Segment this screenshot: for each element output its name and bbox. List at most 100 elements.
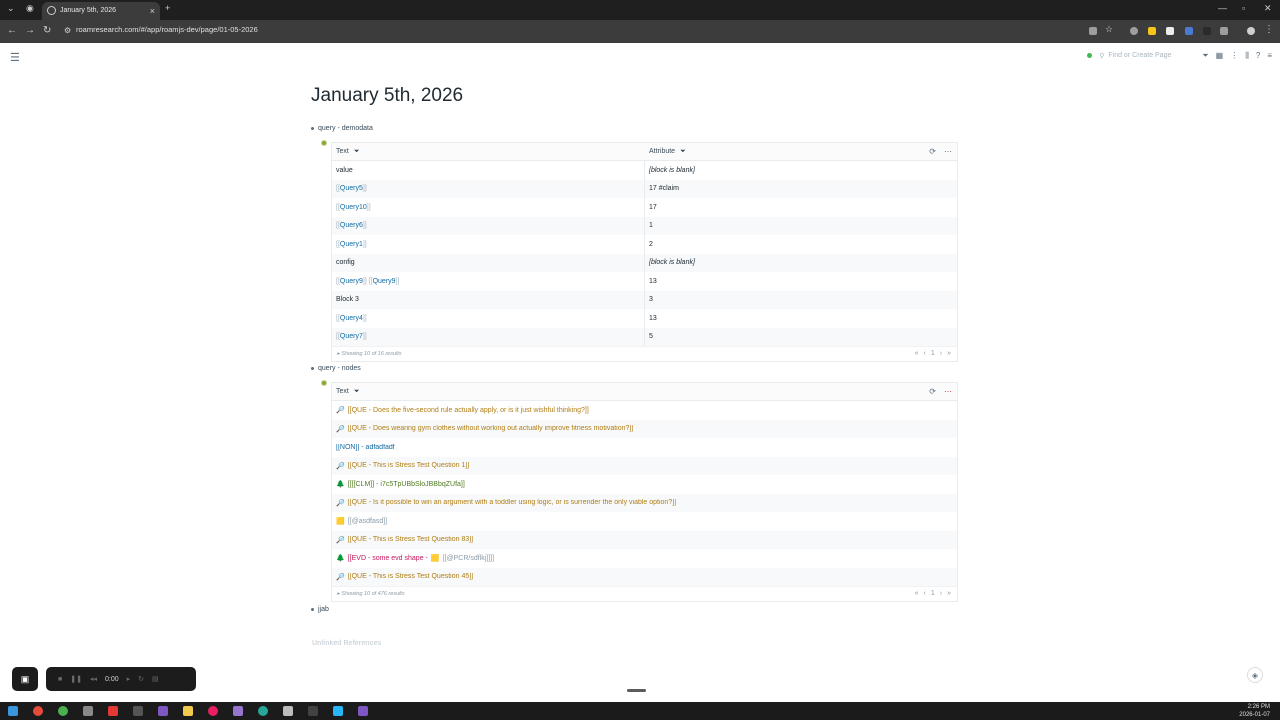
search-input[interactable]: ⚲ Find or Create Page — [1099, 49, 1195, 62]
page-link[interactable]: Query6 — [340, 222, 363, 229]
unlinked-references-toggle[interactable]: Unlinked References — [312, 640, 381, 647]
extension-icon[interactable] — [1148, 27, 1156, 35]
page-link[interactable]: Query5 — [340, 185, 363, 192]
back-icon[interactable]: ← — [7, 25, 17, 36]
table-row[interactable]: [[Query4]] 13 — [332, 309, 957, 328]
tab-close-icon[interactable]: × — [150, 2, 155, 20]
filter-icon[interactable]: ⏷ — [354, 388, 360, 396]
page-link[interactable]: Query1 — [340, 241, 363, 248]
table-row[interactable]: 🔎 [[QUE - Does the five-second rule actua… — [332, 401, 957, 420]
prev-page-icon[interactable]: ‹ — [924, 350, 926, 357]
reload-icon[interactable]: ↻ — [43, 25, 51, 36]
table-row[interactable]: config [block is blank] — [332, 253, 957, 272]
start-icon[interactable] — [8, 706, 18, 716]
profile-avatar[interactable] — [1247, 27, 1255, 35]
extension-icon[interactable] — [1185, 27, 1193, 35]
app-icon[interactable] — [158, 706, 168, 716]
pause-icon[interactable]: ❚❚ — [70, 675, 82, 683]
table-row[interactable]: 🌲 [[[[CLM]] - i7c5TpUBbSloJBBbqZUfa]] — [332, 475, 957, 494]
app-icon[interactable] — [358, 706, 368, 716]
close-window-icon[interactable]: ✕ — [1264, 3, 1272, 14]
sidebar-icon[interactable]: ⫼ — [1245, 51, 1249, 61]
page-link[interactable]: Query10 — [340, 204, 367, 211]
system-clock[interactable]: 2:26 PM 2026-01-07 — [1239, 703, 1270, 719]
block-item[interactable]: query - demodata — [311, 125, 373, 132]
next-page-icon[interactable]: › — [940, 590, 942, 597]
next-page-icon[interactable]: › — [940, 350, 942, 357]
node-link[interactable]: [[NON]] - adfadfadf — [336, 444, 395, 451]
prev-page-icon[interactable]: ‹ — [924, 590, 926, 597]
table-row[interactable]: [[Query10]] 17 — [332, 198, 957, 217]
app-icon[interactable] — [208, 706, 218, 716]
node-link[interactable]: [[@PCR/sdflkj]]]] — [443, 555, 494, 562]
node-link[interactable]: [[EVD - some evd shape - — [348, 555, 428, 562]
extensions-puzzle-icon[interactable] — [1220, 27, 1228, 35]
table-row[interactable]: 🔎 [[QUE - Is it possible to win an argume… — [332, 493, 957, 512]
app-icon[interactable] — [108, 706, 118, 716]
block-item[interactable]: query - nodes — [311, 365, 361, 372]
block-bullet[interactable] — [311, 367, 314, 370]
table-row[interactable]: 🟨 [[@asdfasd]] — [332, 512, 957, 531]
block-bullet[interactable] — [311, 127, 314, 130]
refresh-icon[interactable]: ⟳ — [929, 387, 936, 396]
filter-icon[interactable]: ⏷ — [354, 148, 360, 156]
table-row[interactable]: [[Query9]] [[Query9]] 13 — [332, 272, 957, 291]
maximize-icon[interactable]: ▫ — [1242, 3, 1245, 13]
table-row[interactable]: [[Query6]] 1 — [332, 216, 957, 235]
rewind-icon[interactable]: ◂◂ — [90, 675, 97, 683]
query-icon[interactable] — [321, 380, 327, 386]
column-header-attribute[interactable]: Attribute ⏷ — [645, 148, 686, 156]
right-sidebar-icon[interactable]: ≡ — [1267, 51, 1272, 60]
more-icon[interactable]: ⋮ — [1230, 51, 1238, 60]
node-link[interactable]: [[QUE - This is Stress Test Question 1]] — [348, 462, 470, 469]
tab-search-icon[interactable]: ⌄ — [7, 3, 15, 14]
table-row[interactable]: 🔎 [[QUE - This is Stress Test Question 45… — [332, 567, 957, 586]
browser-tab[interactable]: January 5th, 2026 × — [42, 2, 160, 20]
folder-icon[interactable] — [183, 706, 193, 716]
app-icon[interactable] — [333, 706, 343, 716]
table-row[interactable]: 🔎 [[QUE - This is Stress Test Question 1]… — [332, 456, 957, 475]
delete-icon[interactable]: ▤ — [152, 675, 159, 683]
app-icon[interactable] — [258, 706, 268, 716]
node-link[interactable]: [[QUE - Does wearing gym clothes without… — [348, 425, 634, 432]
app-icon[interactable] — [33, 706, 43, 716]
browser-menu-icon[interactable]: ⋮ — [1264, 24, 1274, 35]
forward-icon[interactable]: → — [25, 25, 35, 36]
table-row[interactable]: 🔎 [[QUE - This is Stress Test Question 83… — [332, 530, 957, 549]
table-row[interactable]: [[NON]] - adfadfadf — [332, 438, 957, 457]
node-link[interactable]: [[QUE - Is it possible to win an argumen… — [348, 499, 676, 506]
chrome-icon[interactable]: ◉ — [26, 3, 34, 14]
node-link[interactable]: [[@asdfasd]] — [348, 518, 387, 525]
table-row[interactable]: 🔎 [[QUE - Does wearing gym clothes withou… — [332, 419, 957, 438]
column-header-text[interactable]: Text ⏷ — [332, 388, 359, 396]
column-header-text[interactable]: Text ⏷ — [332, 148, 645, 156]
page-link[interactable]: Query9 — [340, 278, 363, 285]
node-link[interactable]: [[QUE - Does the five-second rule actual… — [348, 407, 589, 414]
table-row[interactable]: [[Query5]] 17 #claim — [332, 179, 957, 198]
app-icon[interactable] — [83, 706, 93, 716]
camera-icon[interactable]: ▣ — [12, 667, 38, 691]
block-item[interactable]: jjab — [311, 606, 329, 613]
extension-icon[interactable] — [1203, 27, 1211, 35]
app-icon[interactable] — [308, 706, 318, 716]
drag-handle[interactable] — [627, 689, 646, 692]
site-info-icon[interactable]: ⚙ — [64, 26, 71, 35]
page-link[interactable]: Query9 — [373, 278, 396, 285]
address-bar[interactable]: roamresearch.com/#/app/roamjs-dev/page/0… — [76, 25, 258, 34]
block-bullet[interactable] — [311, 608, 314, 611]
page-title[interactable]: January 5th, 2026 — [311, 85, 463, 107]
menu-icon[interactable]: ☰ — [10, 51, 20, 64]
chrome-taskbar-icon[interactable] — [58, 706, 68, 716]
calendar-icon[interactable]: ▦ — [1216, 51, 1224, 60]
table-row[interactable]: 🌲 [[EVD - some evd shape - 🟨 [[@PCR/sdflkj]… — [332, 549, 957, 568]
minimize-icon[interactable]: — — [1218, 3, 1227, 13]
more-options-icon[interactable]: ⋯ — [944, 147, 952, 156]
page-link[interactable]: Query7 — [340, 333, 363, 340]
new-tab-icon[interactable]: + — [165, 3, 170, 13]
query-icon[interactable] — [321, 140, 327, 146]
filter-icon[interactable]: ⏷ — [1202, 51, 1208, 61]
install-icon[interactable] — [1089, 27, 1097, 35]
extension-icon[interactable] — [1166, 27, 1174, 35]
terminal-icon[interactable] — [133, 706, 143, 716]
node-link[interactable]: [[[[CLM]] - i7c5TpUBbSloJBBbqZUfa]] — [348, 481, 465, 488]
